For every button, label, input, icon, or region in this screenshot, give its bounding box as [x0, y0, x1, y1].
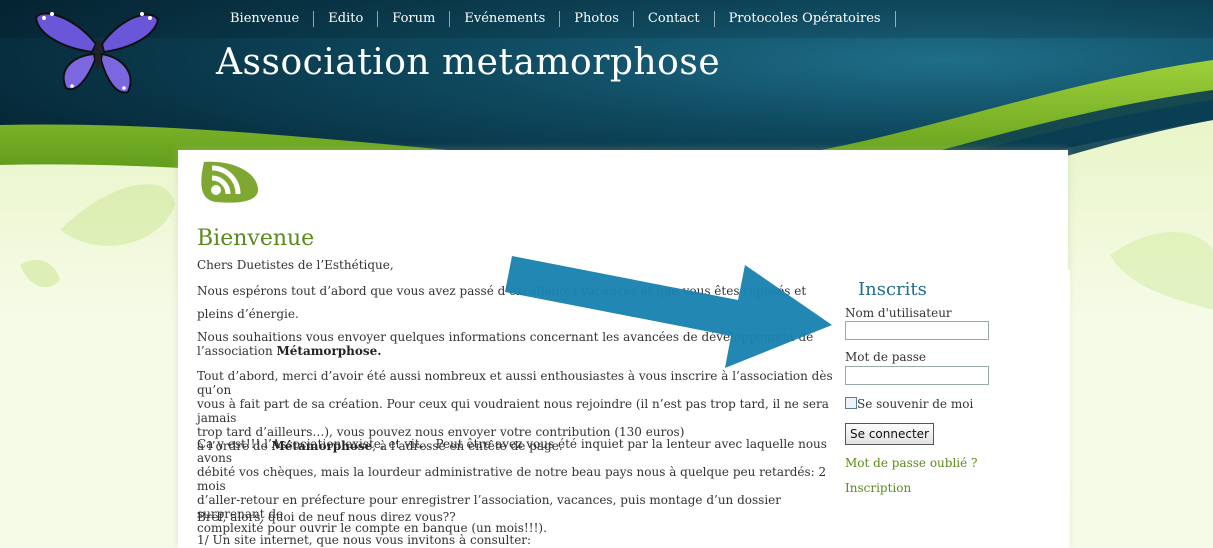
- paragraph-intro-2: pleins d’énergie.: [197, 307, 299, 321]
- main-nav: Bienvenue Edito Forum Evénements Photos …: [220, 7, 896, 31]
- paragraph-thanks-line1: Tout d’abord, merci d’avoir été aussi no…: [197, 369, 833, 397]
- username-input[interactable]: [845, 321, 989, 340]
- paragraph-thanks-line2: vous à fait part de sa création. Pour ce…: [197, 397, 829, 425]
- username-label: Nom d'utilisateur: [845, 306, 952, 320]
- nav-item-bienvenue[interactable]: Bienvenue: [220, 11, 315, 27]
- nav-item-evenements[interactable]: Evénements: [450, 11, 561, 27]
- rss-icon[interactable]: [196, 158, 262, 204]
- site-title: Association metamorphose: [216, 42, 721, 83]
- nav-item-forum[interactable]: Forum: [378, 11, 451, 27]
- paragraph-status-line2: débité vos chèques, mais la lourdeur adm…: [197, 465, 827, 493]
- nav-item-photos[interactable]: Photos: [560, 11, 634, 27]
- nav-item-contact[interactable]: Contact: [634, 11, 715, 27]
- paragraph-news: Nous souhaitions vous envoyer quelques i…: [197, 330, 837, 358]
- paragraph-news-line2: l’association Métamorphose.: [197, 344, 837, 358]
- page-title: Bienvenue: [197, 226, 315, 251]
- butterfly-logo[interactable]: [32, 4, 162, 100]
- register-link[interactable]: Inscription: [845, 481, 911, 495]
- password-input[interactable]: [845, 366, 989, 385]
- paragraph-news-line1: Nous souhaitions vous envoyer quelques i…: [197, 330, 814, 344]
- forgot-password-link[interactable]: Mot de passe oublié ?: [845, 456, 977, 470]
- paragraph-greeting: Chers Duetistes de l’Esthétique,: [197, 258, 394, 272]
- paragraph-news-bold: Métamorphose.: [276, 344, 382, 358]
- nav-item-edito[interactable]: Edito: [314, 11, 379, 27]
- login-title: Inscrits: [858, 279, 927, 300]
- remember-me-label[interactable]: Se souvenir de moi: [857, 397, 973, 411]
- nav-item-protocoles[interactable]: Protocoles Opératoires: [715, 11, 896, 27]
- paragraph-news-text: l’association: [197, 344, 277, 358]
- paragraph-intro-1: Nous espérons tout d’abord que vous avez…: [197, 284, 807, 298]
- login-button[interactable]: Se connecter: [845, 423, 934, 445]
- paragraph-website: 1/ Un site internet, que nous vous invit…: [197, 533, 532, 547]
- paragraph-question: Bref, alors, quoi de neuf nous direz vou…: [197, 510, 456, 524]
- password-label: Mot de passe: [845, 350, 926, 364]
- remember-me-checkbox[interactable]: [845, 397, 857, 409]
- paragraph-status-line1: Ca y est!!! l’Association existe, et vit…: [197, 437, 827, 465]
